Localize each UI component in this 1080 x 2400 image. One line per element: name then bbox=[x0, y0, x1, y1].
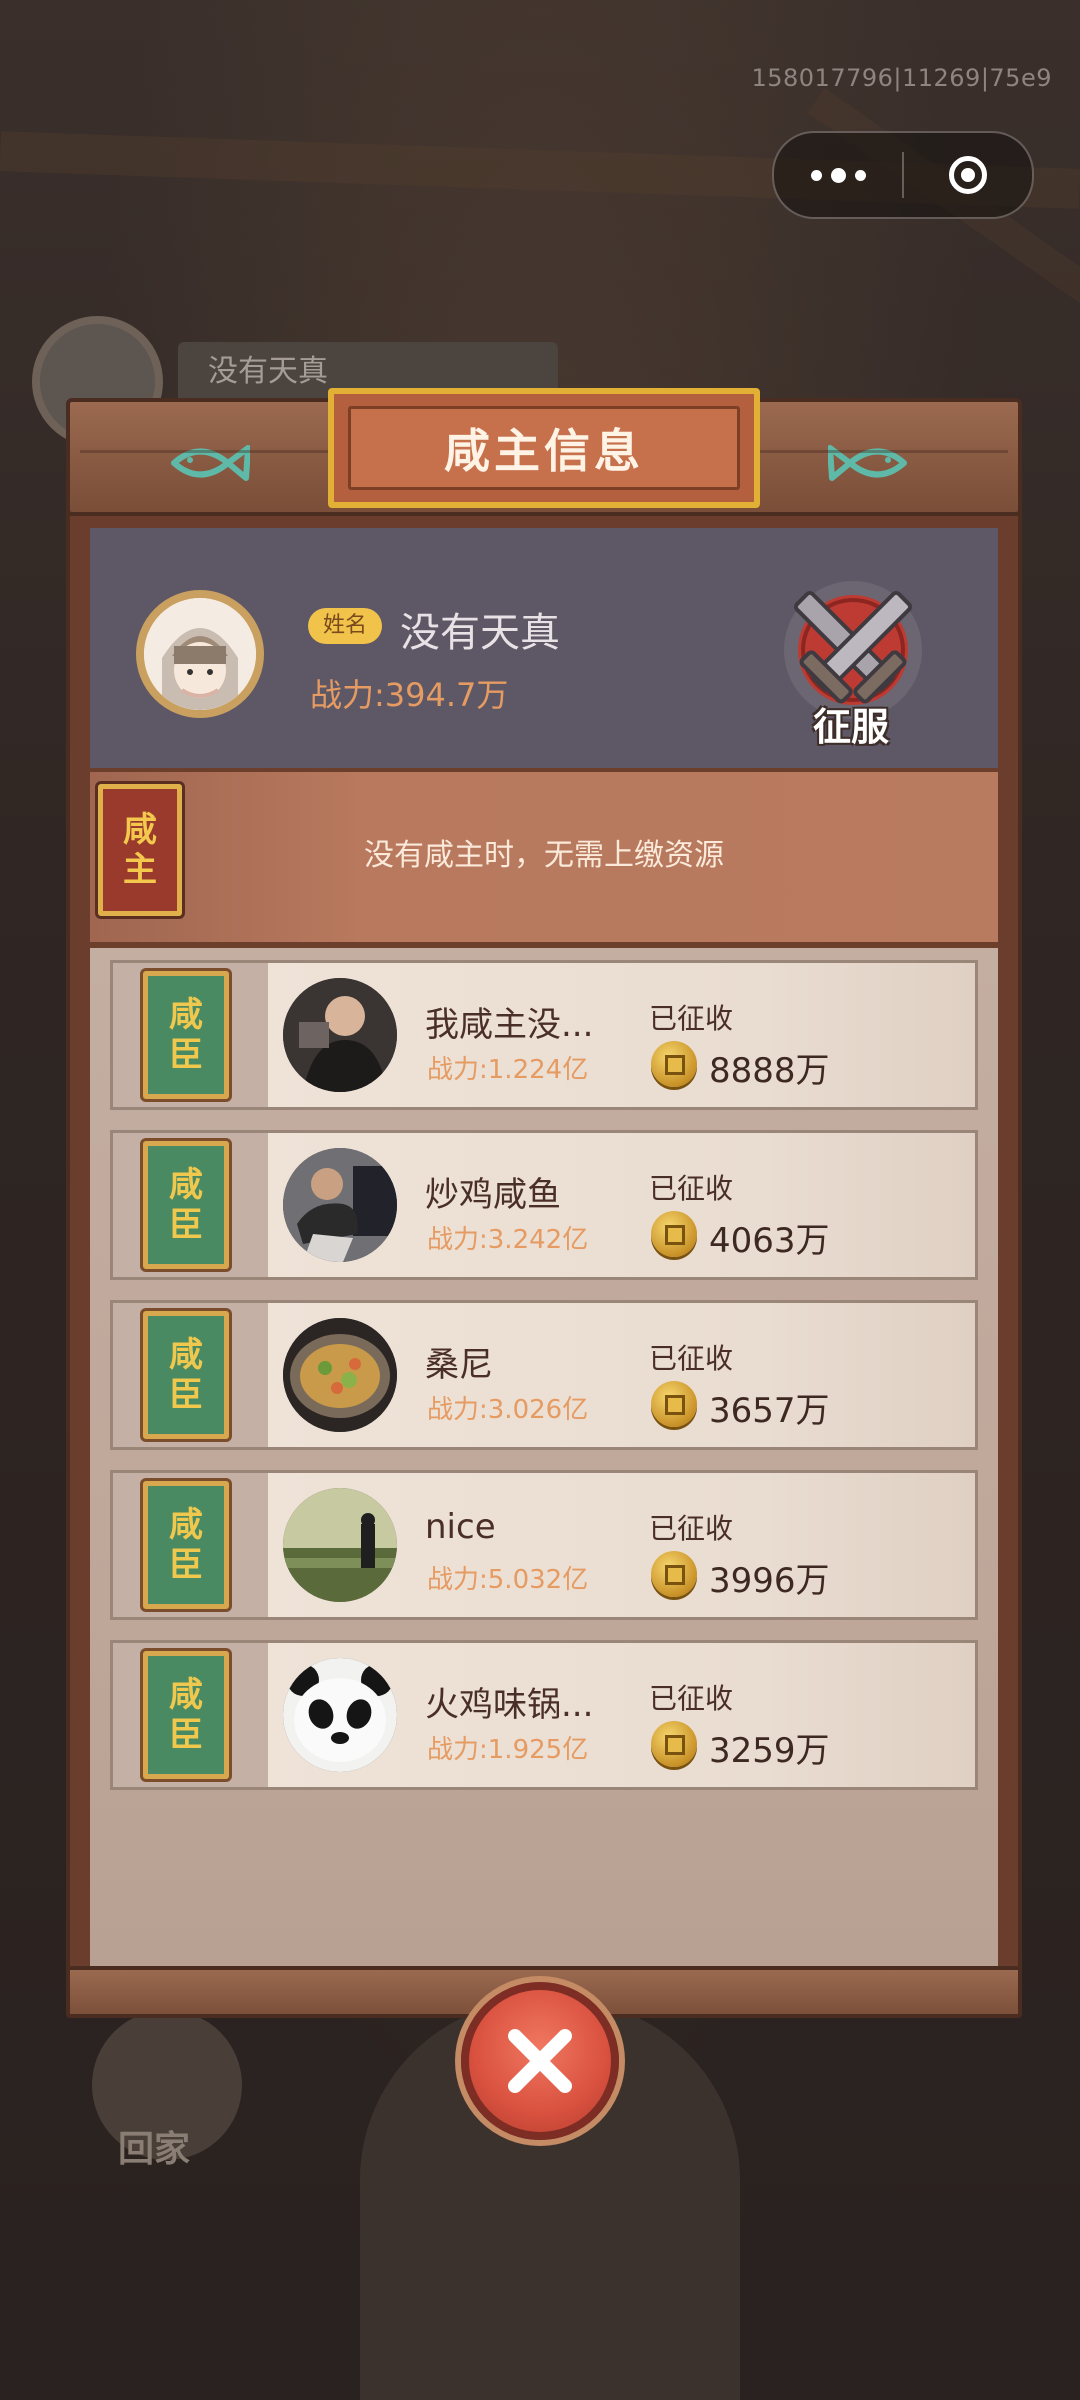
coin-icon bbox=[651, 1381, 697, 1427]
vassal-name: 炒鸡咸鱼 bbox=[425, 1175, 561, 1215]
collected-label: 已征收 bbox=[649, 1342, 734, 1375]
more-dots-icon[interactable] bbox=[774, 133, 902, 217]
landscape-photo-avatar[interactable] bbox=[283, 1488, 397, 1602]
coin-icon bbox=[651, 1551, 697, 1597]
dialog-panel: 姓名 没有天真 战力:394.7万 征服 咸 主 没有咸主时，无需上缴资源 咸 … bbox=[66, 510, 1022, 1978]
collected-label: 已征收 bbox=[649, 1682, 734, 1715]
vassal-power: 战力:5.032亿 bbox=[427, 1565, 589, 1595]
vassal-tag-char: 咸 bbox=[169, 995, 203, 1035]
coin-icon bbox=[651, 1721, 697, 1767]
vassal-row[interactable]: 咸 臣 火鸡味锅... 战力:1.925亿 已征收 3259万 bbox=[110, 1640, 978, 1790]
vassal-tag: 咸 臣 bbox=[143, 1141, 229, 1269]
dialog-title: 咸主信息 bbox=[444, 424, 644, 478]
coin-icon bbox=[651, 1211, 697, 1257]
fish-icon bbox=[827, 440, 908, 493]
lord-message: 没有咸主时，无需上缴资源 bbox=[364, 838, 724, 873]
vassal-tag-char: 咸 bbox=[169, 1505, 203, 1545]
vassal-tag: 咸 臣 bbox=[143, 971, 229, 1099]
vassal-row[interactable]: 咸 臣 我咸主没... 战力:1.224亿 已征收 8888万 bbox=[110, 960, 978, 1110]
vassal-row[interactable]: 咸 臣 桑尼 战力:3.026亿 已征收 3657万 bbox=[110, 1300, 978, 1450]
vassal-name: nice bbox=[425, 1507, 496, 1547]
name-badge: 姓名 bbox=[308, 608, 382, 644]
collected-amount: 3259万 bbox=[709, 1731, 830, 1771]
vassal-tag-char: 臣 bbox=[169, 1205, 203, 1245]
collected-amount: 3996万 bbox=[709, 1561, 830, 1601]
vassal-power: 战力:3.026亿 bbox=[427, 1395, 589, 1425]
vassal-name: 我咸主没... bbox=[425, 1005, 594, 1045]
vassal-tag: 咸 臣 bbox=[143, 1651, 229, 1779]
athlete-photo-avatar[interactable] bbox=[283, 1148, 397, 1262]
vassal-tag-char: 咸 bbox=[169, 1675, 203, 1715]
player-name: 没有天真 bbox=[400, 610, 560, 656]
home-label: 回家 bbox=[118, 2129, 191, 2170]
vassal-row[interactable]: 咸 臣 nice 战力:5.032亿 已征收 3996万 bbox=[110, 1470, 978, 1620]
vassal-tag-char: 咸 bbox=[169, 1165, 203, 1205]
player-power: 战力:394.7万 bbox=[310, 676, 509, 714]
close-x-icon bbox=[508, 2029, 572, 2093]
collected-label: 已征收 bbox=[649, 1172, 734, 1205]
vassal-power: 战力:1.224亿 bbox=[427, 1055, 589, 1085]
lord-row: 咸 主 没有咸主时，无需上缴资源 bbox=[90, 768, 998, 948]
collected-label: 已征收 bbox=[649, 1002, 734, 1035]
vassal-tag-char: 咸 bbox=[169, 1335, 203, 1375]
vassal-tag-char: 臣 bbox=[169, 1545, 203, 1585]
vassal-tag-char: 臣 bbox=[169, 1715, 203, 1755]
vassal-name: 火鸡味锅... bbox=[425, 1685, 594, 1725]
vassal-power: 战力:3.242亿 bbox=[427, 1225, 589, 1255]
vassal-row[interactable]: 咸 臣 炒鸡咸鱼 战力:3.242亿 已征收 4063万 bbox=[110, 1130, 978, 1280]
vassal-power: 战力:1.925亿 bbox=[427, 1735, 589, 1765]
lord-info-dialog: 姓名 没有天真 战力:394.7万 征服 咸 主 没有咸主时，无需上缴资源 咸 … bbox=[66, 388, 1022, 2018]
collected-label: 已征收 bbox=[649, 1512, 734, 1545]
vassal-tag-char: 臣 bbox=[169, 1035, 203, 1075]
close-button[interactable] bbox=[461, 1982, 619, 2140]
coin-icon bbox=[651, 1041, 697, 1087]
target-close-icon[interactable] bbox=[904, 156, 1032, 194]
person-photo-avatar[interactable] bbox=[283, 978, 397, 1092]
vassal-tag: 咸 臣 bbox=[143, 1311, 229, 1439]
vassal-tag-char: 臣 bbox=[169, 1375, 203, 1415]
avatar[interactable] bbox=[136, 590, 264, 718]
food-photo-avatar[interactable] bbox=[283, 1318, 397, 1432]
version-id: 158017796|11269|75e9 bbox=[751, 64, 1052, 92]
panda-photo-avatar[interactable] bbox=[283, 1658, 397, 1772]
my-profile: 姓名 没有天真 战力:394.7万 征服 bbox=[90, 528, 998, 768]
fish-icon bbox=[170, 440, 251, 493]
dialog-inner: 姓名 没有天真 战力:394.7万 征服 咸 主 没有咸主时，无需上缴资源 咸 … bbox=[90, 528, 998, 1968]
collected-amount: 4063万 bbox=[709, 1221, 830, 1261]
collected-amount: 8888万 bbox=[709, 1051, 830, 1091]
collected-amount: 3657万 bbox=[709, 1391, 830, 1431]
vassal-name: 桑尼 bbox=[425, 1345, 493, 1385]
miniprogram-capsule bbox=[772, 131, 1034, 219]
conquer-label[interactable]: 征服 bbox=[786, 696, 916, 751]
vassal-tag: 咸 臣 bbox=[143, 1481, 229, 1609]
dialog-title-plaque: 咸主信息 bbox=[328, 388, 760, 508]
